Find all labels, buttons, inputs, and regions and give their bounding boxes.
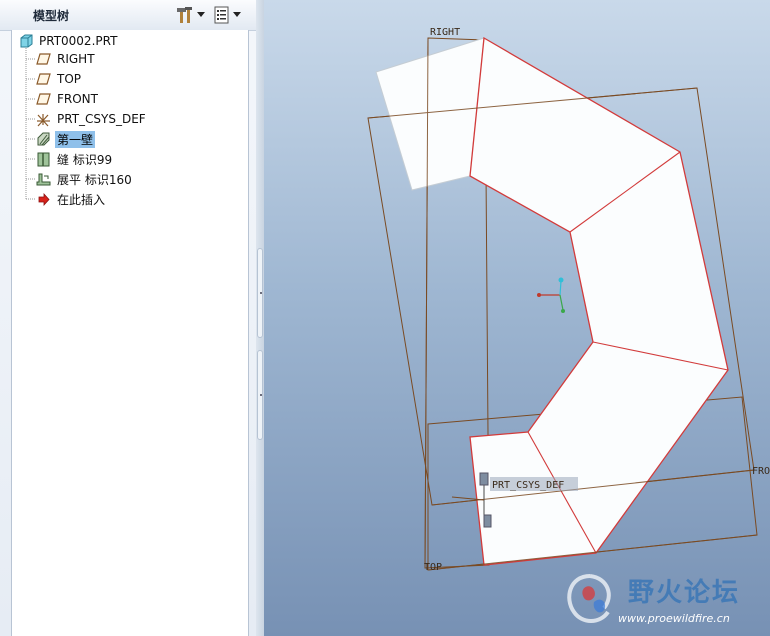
label-csys: PRT_CSYS_DEF — [492, 480, 564, 491]
tree-item-first-wall[interactable]: 第一壁 — [36, 130, 96, 148]
panel-title: 模型树 — [33, 9, 70, 23]
list-icon — [214, 6, 229, 23]
splitter-grip-bottom[interactable] — [257, 350, 263, 440]
tree-item-rip[interactable]: 缝 标识99 — [36, 150, 114, 168]
coordinate-system-icon — [36, 112, 51, 127]
label-right: RIGHT — [430, 27, 460, 38]
model-geometry: RIGHT TOP FRO PRT_CSYS_DEF — [367, 27, 770, 573]
tree-item-insert-here[interactable]: 在此插入 — [36, 190, 107, 208]
tree-item-label: 第一壁 — [55, 130, 96, 148]
model-tree-header: 模型树 — [0, 0, 256, 31]
label-top: TOP — [424, 562, 442, 573]
datum-plane-icon — [36, 52, 51, 67]
watermark-url: www.proewildfire.cn — [618, 612, 730, 625]
watermark-title: 野火论坛 — [628, 578, 741, 608]
tree-item-label: RIGHT — [57, 52, 95, 66]
show-dropdown-button[interactable] — [213, 4, 241, 25]
tree-root-item[interactable]: PRT0002.PRT — [18, 32, 119, 50]
tree-item-front[interactable]: FRONT — [36, 90, 100, 108]
tree-item-label: PRT_CSYS_DEF — [57, 112, 146, 126]
rip-icon — [36, 152, 51, 167]
insert-here-arrow-icon — [36, 192, 51, 207]
chevron-down-icon — [197, 11, 205, 17]
tree-root-label: PRT0002.PRT — [39, 34, 118, 48]
tree-item-label: 在此插入 — [57, 192, 106, 207]
tree-item-label: FRONT — [57, 92, 98, 106]
sheetmetal-wall-icon — [36, 132, 51, 147]
tools-icon — [177, 6, 192, 23]
tree-item-label: 缝 标识99 — [57, 152, 113, 167]
forum-logo-icon — [567, 574, 611, 623]
tree-item-unbend[interactable]: 展平 标识160 — [36, 170, 134, 188]
panel-splitter[interactable] — [256, 0, 264, 636]
part-icon — [18, 34, 33, 49]
label-front: FRO — [752, 466, 770, 477]
model-tree: PRT0002.PRT RIGHT TOP FRONT PRT_CSYS_DEF… — [11, 30, 249, 636]
settings-dropdown-button[interactable] — [175, 4, 205, 25]
back-face — [375, 37, 485, 191]
watermark: 野火论坛 www.proewildfire.cn — [560, 566, 770, 636]
tree-item-label: TOP — [57, 72, 82, 86]
tree-item-top[interactable]: TOP — [36, 70, 83, 88]
datum-plane-icon — [36, 72, 51, 87]
tree-item-right[interactable]: RIGHT — [36, 50, 97, 68]
model-tree-panel: 模型树 PRT0002.PRT RIGHT TOP FRONT PRT_CSYS… — [0, 0, 256, 636]
unbend-icon — [36, 172, 51, 187]
datum-plane-icon — [36, 92, 51, 107]
graphics-viewport[interactable]: RIGHT TOP FRO PRT_CSYS_DEF — [264, 0, 770, 636]
splitter-grip-top[interactable] — [257, 248, 263, 338]
axis-triad — [537, 277, 565, 313]
chevron-down-icon — [233, 11, 241, 17]
tree-item-label: 展平 标识160 — [57, 172, 132, 187]
tree-item-csys[interactable]: PRT_CSYS_DEF — [36, 110, 148, 128]
